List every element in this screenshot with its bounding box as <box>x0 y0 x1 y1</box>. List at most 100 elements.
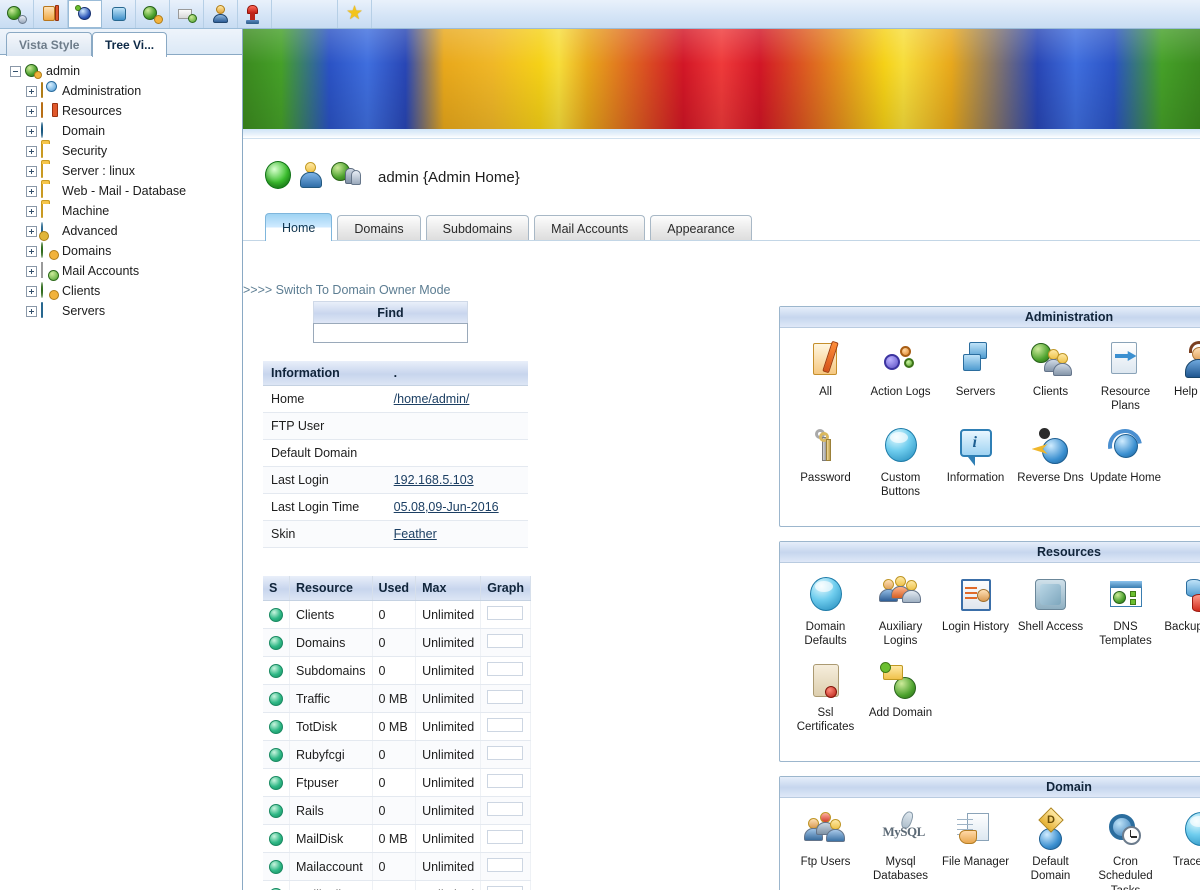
resources-item-ssl-certificates[interactable]: Ssl Certificates <box>788 661 863 741</box>
information-value-link[interactable]: Feather <box>394 527 437 541</box>
tree-expander-plus-icon[interactable] <box>26 125 37 137</box>
tree-item-administration[interactable]: Administration <box>6 81 242 101</box>
resource-name: Rails <box>289 796 373 825</box>
information-value-link[interactable]: 05.08,09-Jun-2016 <box>394 500 499 514</box>
domain-item-default-domain[interactable]: D Default Domain <box>1013 807 1088 890</box>
resource-graph-box[interactable] <box>487 886 524 890</box>
admin-item-action-logs[interactable]: Action Logs <box>863 340 938 420</box>
tree-item-advanced[interactable]: Advanced <box>6 221 242 241</box>
resource-graph-cell[interactable] <box>480 768 531 797</box>
tree-item-admin[interactable]: admin <box>6 61 242 81</box>
admin-item-reverse-dns[interactable]: Reverse Dns <box>1013 426 1088 506</box>
resources-item-login-history[interactable]: Login History <box>938 575 1013 655</box>
resource-graph-cell[interactable] <box>480 600 531 629</box>
resource-graph-cell[interactable] <box>480 628 531 657</box>
admin-item-clients[interactable]: Clients <box>1013 340 1088 420</box>
toolbar-button-globe-user-icon[interactable] <box>0 0 34 28</box>
tree-expander-plus-icon[interactable] <box>26 305 37 317</box>
tree-expander-plus-icon[interactable] <box>26 165 37 177</box>
resource-graph-cell[interactable] <box>480 852 531 881</box>
tree-item-resources[interactable]: Resources <box>6 101 242 121</box>
tree-item-server-linux[interactable]: Server : linux <box>6 161 242 181</box>
tree-item-domain[interactable]: Domain <box>6 121 242 141</box>
admin-item-custom-buttons[interactable]: Custom Buttons <box>863 426 938 506</box>
tree-item-security[interactable]: Security <box>6 141 242 161</box>
sidebar-tab-vista-style[interactable]: Vista Style <box>6 32 93 56</box>
tree-expander-plus-icon[interactable] <box>26 205 37 217</box>
resource-graph-cell[interactable] <box>480 824 531 853</box>
tree-expander-plus-icon[interactable] <box>26 105 37 117</box>
tree-expander-plus-icon[interactable] <box>26 245 37 257</box>
resource-graph-box[interactable] <box>487 858 524 872</box>
resource-graph-box[interactable] <box>487 662 524 676</box>
resource-graph-box[interactable] <box>487 634 524 648</box>
resources-item-backup-home[interactable]: Backup Home <box>1163 575 1200 655</box>
resource-graph-box[interactable] <box>487 746 524 760</box>
tab-domains[interactable]: Domains <box>337 215 421 241</box>
toolbar-button-user-icon[interactable] <box>204 0 238 28</box>
resource-graph-box[interactable] <box>487 718 524 732</box>
tree-item-clients[interactable]: Clients <box>6 281 242 301</box>
admin-item-information[interactable]: i Information <box>938 426 1013 506</box>
admin-item-help-desk[interactable]: Help Desk <box>1163 340 1200 420</box>
tab-mail-accounts[interactable]: Mail Accounts <box>534 215 646 241</box>
resource-max: Unlimited <box>415 600 482 629</box>
tree-item-mail-accounts[interactable]: Mail Accounts <box>6 261 242 281</box>
resources-item-dns-templates[interactable]: DNS Templates <box>1088 575 1163 655</box>
resource-graph-cell[interactable] <box>480 880 531 890</box>
tree-item-servers[interactable]: Servers <box>6 301 242 321</box>
admin-item-all[interactable]: All <box>788 340 863 420</box>
resources-item-auxiliary-logins[interactable]: Auxiliary Logins <box>863 575 938 655</box>
tree-expander-plus-icon[interactable] <box>26 225 37 237</box>
admin-item-servers[interactable]: Servers <box>938 340 1013 420</box>
resource-graph-cell[interactable] <box>480 712 531 741</box>
domain-item-mysql-databases[interactable]: MySQL Mysql Databases <box>863 809 938 890</box>
toolbar-button-globe-admin-icon[interactable] <box>136 0 170 28</box>
resource-graph-cell[interactable] <box>480 740 531 769</box>
tree-expander-minus-icon[interactable] <box>10 65 21 77</box>
search-input[interactable] <box>313 323 468 343</box>
sidebar-tab-tree-view[interactable]: Tree Vi... <box>92 32 168 57</box>
resources-item-add-domain[interactable]: Add Domain <box>863 661 938 741</box>
resource-graph-box[interactable] <box>487 830 524 844</box>
tree-expander-plus-icon[interactable] <box>26 85 37 97</box>
admin-item-update-home[interactable]: Update Home <box>1088 422 1163 506</box>
switch-to-domain-owner-mode-link[interactable]: >>>> Switch To Domain Owner Mode <box>243 283 713 297</box>
tab-home[interactable]: Home <box>265 213 333 241</box>
resource-graph-box[interactable] <box>487 802 524 816</box>
tree-item-domains[interactable]: Domains <box>6 241 242 261</box>
tab-subdomains[interactable]: Subdomains <box>425 215 530 241</box>
resource-graph-cell[interactable] <box>480 656 531 685</box>
resources-usage-table: S Resource Used Max Graph Clients 0 Unlimi… <box>263 576 531 890</box>
application-window: ★ Vista Style Tree Vi... admin Administr… <box>0 0 1200 890</box>
toolbar-button-star-icon[interactable]: ★ <box>338 0 372 28</box>
tree-expander-plus-icon[interactable] <box>26 145 37 157</box>
resource-graph-box[interactable] <box>487 606 524 620</box>
toolbar-button-domain-icon[interactable] <box>68 0 102 28</box>
resource-graph-box[interactable] <box>487 774 524 788</box>
tree-expander-plus-icon[interactable] <box>26 285 37 297</box>
icon-label: Default Domain <box>1030 856 1071 883</box>
admin-item-resource-plans[interactable]: Resource Plans <box>1088 340 1163 420</box>
domain-item-ftp-users[interactable]: Ftp Users <box>788 810 863 890</box>
domain-item-cron-scheduled-tasks[interactable]: Cron Scheduled Tasks <box>1088 810 1163 890</box>
tree-expander-plus-icon[interactable] <box>26 185 37 197</box>
toolbar-button-mail-accounts-icon[interactable] <box>170 0 204 28</box>
domain-item-file-manager[interactable]: File Manager <box>938 810 1013 890</box>
toolbar-button-servers-icon[interactable] <box>102 0 136 28</box>
toolbar-button-resources-icon[interactable] <box>34 0 68 28</box>
tab-appearance[interactable]: Appearance <box>650 215 752 241</box>
tree-expander-plus-icon[interactable] <box>26 265 37 277</box>
toolbar-button-mailbox-icon[interactable] <box>238 0 272 28</box>
resource-graph-cell[interactable] <box>480 796 531 825</box>
tree-item-machine[interactable]: Machine <box>6 201 242 221</box>
domain-item-traceroute[interactable]: Traceroute <box>1163 810 1200 890</box>
tree-item-web-mail-database[interactable]: Web - Mail - Database <box>6 181 242 201</box>
information-value-link[interactable]: 192.168.5.103 <box>394 473 474 487</box>
resource-graph-cell[interactable] <box>480 684 531 713</box>
resources-item-shell-access[interactable]: Shell Access <box>1013 575 1088 655</box>
information-value-link[interactable]: /home/admin/ <box>394 392 470 406</box>
resources-item-domain-defaults[interactable]: Domain Defaults <box>788 575 863 655</box>
admin-item-password[interactable]: Password <box>788 426 863 506</box>
resource-graph-box[interactable] <box>487 690 524 704</box>
